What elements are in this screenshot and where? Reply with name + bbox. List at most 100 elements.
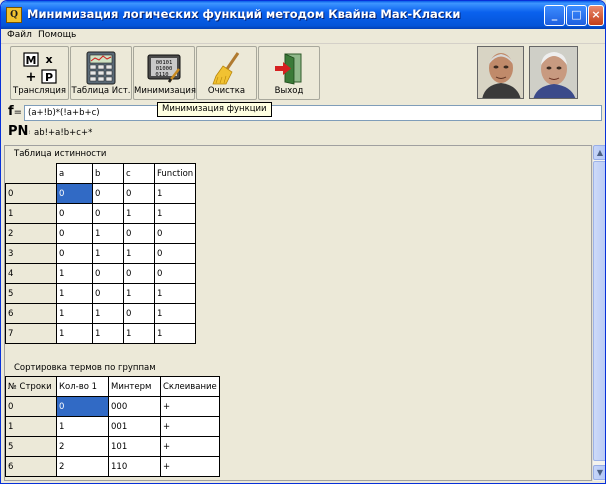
table-cell[interactable]: 0 xyxy=(56,243,93,264)
sort-table-header-row-number: № Строки xyxy=(5,376,57,397)
truth-table-corner xyxy=(5,163,57,184)
table-cell[interactable]: 1 xyxy=(92,243,124,264)
table-cell[interactable]: + xyxy=(160,416,220,437)
table-cell[interactable]: 0 xyxy=(56,183,93,204)
table-cell[interactable]: 0 xyxy=(153,263,197,284)
table-cell[interactable]: 0 xyxy=(153,243,197,264)
mx-letter-m: M xyxy=(25,54,36,67)
menu-help[interactable]: Помощь xyxy=(38,30,76,40)
table-row[interactable]: 4 1 0 0 0 xyxy=(5,263,197,284)
table-cell[interactable]: 0 xyxy=(92,283,124,304)
table-row[interactable]: 1 1 001 + xyxy=(5,416,220,437)
table-cell[interactable]: 1 xyxy=(92,223,124,244)
table-row[interactable]: 6 2 110 + xyxy=(5,456,220,477)
function-input[interactable]: (a+!b)*(!a+b+c) xyxy=(24,105,602,121)
truth-table-header-c: c xyxy=(123,163,155,184)
table-row[interactable]: 5 1 0 1 1 xyxy=(5,283,197,304)
function-row: f= (a+!b)*(!a+b+c) xyxy=(4,103,602,123)
table-cell[interactable]: 1 xyxy=(123,323,155,344)
row-index: 5 xyxy=(5,436,57,457)
table-row[interactable]: 0 0 0 0 1 xyxy=(5,183,197,204)
close-button[interactable]: × xyxy=(588,5,604,26)
scroll-down-arrow-icon[interactable]: ▼ xyxy=(593,465,605,480)
portrait-quine xyxy=(477,46,524,99)
table-cell[interactable]: 001 xyxy=(108,416,161,437)
maximize-button[interactable]: □ xyxy=(566,5,587,26)
table-cell[interactable]: 0 xyxy=(56,396,109,417)
table-cell[interactable]: 1 xyxy=(123,283,155,304)
sort-table-header-ones-count: Кол-во 1 xyxy=(56,376,109,397)
f-label: f= xyxy=(8,104,22,119)
mx-letter-x: x xyxy=(45,53,52,66)
app-window: Q Минимизация логических функций методом… xyxy=(0,0,606,484)
table-row[interactable]: 6 1 1 0 1 xyxy=(5,303,197,324)
pn-label-text: PN xyxy=(8,124,29,139)
truth-table-header-b: b xyxy=(92,163,124,184)
row-index: 0 xyxy=(5,396,57,417)
minimize-function-button[interactable]: 00101 01000 0110 Минимизация xyxy=(133,46,196,100)
table-cell[interactable]: 0 xyxy=(123,223,155,244)
app-logo-icon: Q xyxy=(6,7,22,23)
row-index: 4 xyxy=(5,263,57,284)
table-cell[interactable]: 0 xyxy=(123,263,155,284)
table-cell[interactable]: 0 xyxy=(56,223,93,244)
table-cell[interactable]: 2 xyxy=(56,456,109,477)
table-row[interactable]: 0 0 000 + xyxy=(5,396,220,417)
table-cell[interactable]: 1 xyxy=(153,183,197,204)
table-cell[interactable]: 0 xyxy=(153,223,197,244)
title-bar[interactable]: Q Минимизация логических функций методом… xyxy=(1,1,605,29)
translate-button[interactable]: M x + P Трансляция xyxy=(10,46,69,100)
sort-table-header-merging: Склеивание xyxy=(160,376,220,397)
table-row[interactable]: 5 2 101 + xyxy=(5,436,220,457)
table-cell[interactable]: 1 xyxy=(56,416,109,437)
table-row[interactable]: 2 0 1 0 0 xyxy=(5,223,197,244)
table-cell[interactable]: 0 xyxy=(92,203,124,224)
table-cell[interactable]: 1 xyxy=(153,323,197,344)
row-index: 6 xyxy=(5,456,57,477)
table-cell[interactable]: 0 xyxy=(92,263,124,284)
clear-button[interactable]: Очистка xyxy=(196,46,257,100)
table-cell[interactable]: 2 xyxy=(56,436,109,457)
truth-table-button[interactable]: Таблица Ист. xyxy=(70,46,132,100)
row-index: 3 xyxy=(5,243,57,264)
table-cell[interactable]: 0 xyxy=(123,303,155,324)
table-cell[interactable]: 000 xyxy=(108,396,161,417)
exit-button[interactable]: Выход xyxy=(258,46,320,100)
table-cell[interactable]: + xyxy=(160,436,220,457)
truth-table-header-row: a b c Function xyxy=(5,163,197,184)
table-cell[interactable]: 1 xyxy=(56,283,93,304)
table-cell[interactable]: 1 xyxy=(153,303,197,324)
table-cell[interactable]: 101 xyxy=(108,436,161,457)
truth-table: a b c Function 0 0 0 0 1 1 0 0 1 1 2 0 1… xyxy=(5,163,197,344)
table-cell[interactable]: 1 xyxy=(123,203,155,224)
table-row[interactable]: 1 0 0 1 1 xyxy=(5,203,197,224)
truth-table-label: Таблица Ист. xyxy=(71,86,131,96)
table-cell[interactable]: 1 xyxy=(92,303,124,324)
table-cell[interactable]: 1 xyxy=(56,263,93,284)
table-cell[interactable]: 1 xyxy=(153,203,197,224)
vertical-scrollbar[interactable]: ▲ ▼ xyxy=(592,145,605,481)
table-cell[interactable]: 1 xyxy=(92,323,124,344)
calculator-table-icon xyxy=(84,51,118,85)
exit-door-icon xyxy=(272,51,306,85)
table-cell[interactable]: + xyxy=(160,456,220,477)
table-row[interactable]: 7 1 1 1 1 xyxy=(5,323,197,344)
minimize-button[interactable]: _ xyxy=(544,5,565,26)
truth-table-header-a: a xyxy=(56,163,93,184)
table-cell[interactable]: 1 xyxy=(56,323,93,344)
table-cell[interactable]: 0 xyxy=(56,203,93,224)
sort-table-caption: Сортировка термов по группам xyxy=(14,363,156,373)
table-cell[interactable]: 1 xyxy=(56,303,93,324)
table-cell[interactable]: 110 xyxy=(108,456,161,477)
binary-line-3: 0110 xyxy=(155,72,168,78)
table-cell[interactable]: 1 xyxy=(123,243,155,264)
scroll-thumb[interactable] xyxy=(593,161,605,461)
scroll-up-arrow-icon[interactable]: ▲ xyxy=(593,145,605,160)
table-cell[interactable]: 0 xyxy=(92,183,124,204)
table-row[interactable]: 3 0 1 1 0 xyxy=(5,243,197,264)
menu-file[interactable]: Файл xyxy=(7,30,32,40)
table-cell[interactable]: + xyxy=(160,396,220,417)
table-cell[interactable]: 0 xyxy=(123,183,155,204)
table-cell[interactable]: 1 xyxy=(153,283,197,304)
f-eq-text: = xyxy=(13,107,23,118)
